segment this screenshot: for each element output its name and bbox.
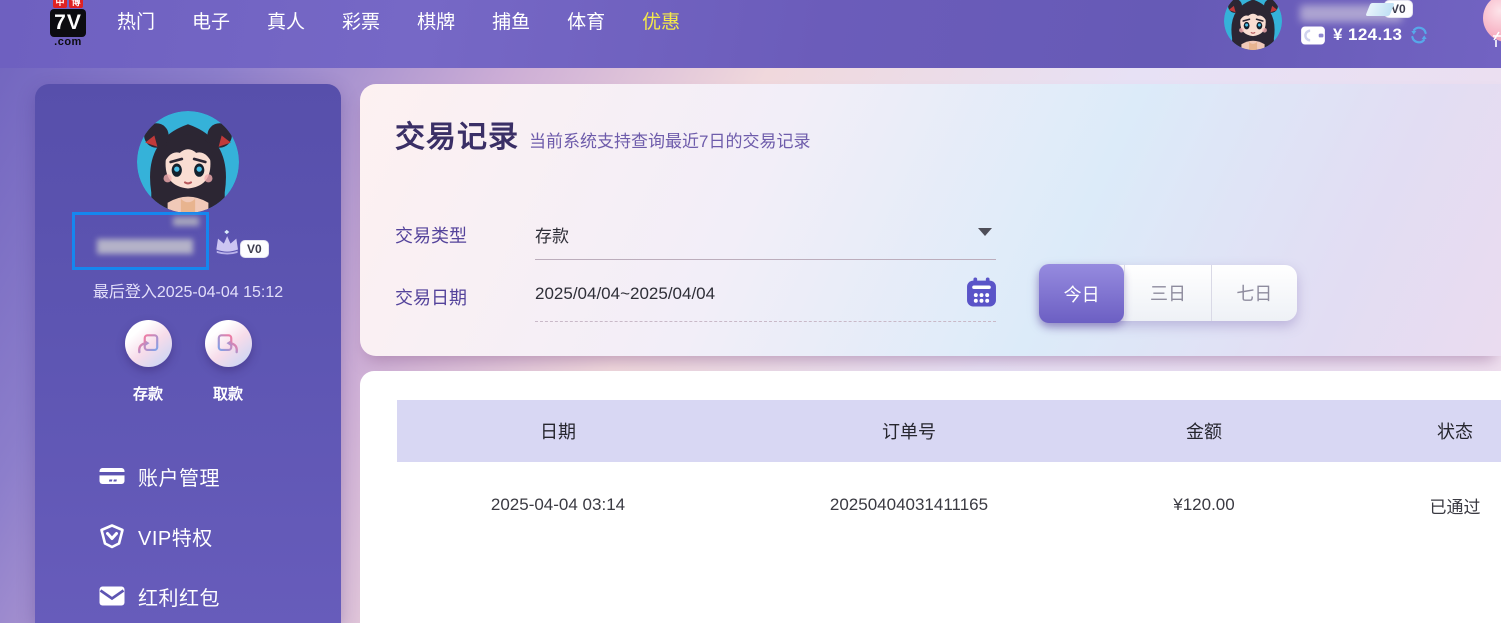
nav-item-promo[interactable]: 优惠 [642,7,680,34]
username-redaction-box [72,212,209,270]
records-panel: 日期 订单号 金额 状态 2025-04-04 03:14 2025040403… [360,371,1501,623]
col-date: 日期 [397,418,719,444]
sidebar-menu: 账户管理 VIP特权 红利红包 [35,446,341,623]
withdraw-button[interactable]: 取款 [205,320,252,404]
logo-badges: 中 博 [53,0,83,8]
nav-item-chess[interactable]: 棋牌 [417,7,455,34]
nav-item-sports[interactable]: 体育 [567,7,605,34]
col-status: 状态 [1309,418,1501,444]
vip-shield-icon [99,523,125,549]
sidebar: V0 最后登入2025-04-04 15:12 存款 取款 账户管理 [35,84,341,623]
withdraw-label: 取款 [213,383,243,404]
deposit-label: 存款 [133,383,163,404]
date-range-group: 今日 三日 七日 [1040,265,1297,321]
transaction-date-label: 交易日期 [395,284,467,310]
vip-level-badge[interactable]: V0 [1368,0,1413,18]
card-icon [99,465,125,487]
nav-item-lottery[interactable]: 彩票 [342,7,380,34]
records-table: 日期 订单号 金额 状态 2025-04-04 03:14 2025040403… [397,400,1501,548]
transaction-type-value[interactable]: 存款 [535,222,569,247]
page-title: 交易记录 [395,112,519,156]
red-envelope-icon [99,585,125,607]
cell-date: 2025-04-04 03:14 [397,495,719,515]
nav-item-slots[interactable]: 电子 [192,7,230,34]
page-subtitle: 当前系统支持查询最近7日的交易记录 [529,127,810,156]
filter-panel: 交易记录 当前系统支持查询最近7日的交易记录 交易类型 存款 交易日期 2025… [360,84,1501,356]
col-amount: 金额 [1099,418,1309,444]
range-today-button[interactable]: 今日 [1039,264,1124,323]
sidebar-item-bonus[interactable]: 红利红包 [35,566,341,623]
logo-badge-left: 中 [53,0,67,8]
main-menu: 热门 电子 真人 彩票 棋牌 捕鱼 体育 优惠 [117,0,680,40]
cell-order-no: 20250404031411165 [719,495,1099,515]
table-row[interactable]: 2025-04-04 03:14 20250404031411165 ¥120.… [397,462,1501,548]
sidebar-item-label: VIP特权 [138,522,213,551]
sidebar-item-label: 账户管理 [138,462,220,491]
user-avatar[interactable] [1224,0,1282,50]
sidebar-item-label: 红利红包 [138,582,220,611]
top-nav: 中 博 7V .com 热门 电子 真人 彩票 棋牌 捕鱼 体育 优惠 V0 [0,0,1501,68]
last-login-text: 最后登入2025-04-04 15:12 [35,278,341,302]
balance-amount: ¥ 124.13 [1333,25,1402,45]
redacted-text-large [97,239,193,254]
refresh-balance-icon[interactable] [1409,25,1429,45]
wallet-row: ¥ 124.13 [1300,25,1429,45]
withdraw-icon [205,320,252,367]
range-3day-button[interactable]: 三日 [1124,265,1210,321]
sidebar-avatar[interactable] [137,111,239,213]
sidebar-item-vip[interactable]: VIP特权 [35,506,341,566]
nav-item-live[interactable]: 真人 [267,7,305,34]
cell-status: 已通过 [1309,493,1501,518]
vip-crown-icon [213,226,243,258]
vip-wing-icon [1365,3,1394,16]
wallet-icon[interactable] [1300,26,1326,45]
sidebar-vip-level-label[interactable]: V0 [240,240,269,258]
deposit-icon [125,320,172,367]
transaction-type-label: 交易类型 [395,222,467,248]
date-underline [535,321,996,322]
cell-amount: ¥120.00 [1099,495,1309,515]
title-row: 交易记录 当前系统支持查询最近7日的交易记录 [395,112,810,156]
logo-main: 7V [50,9,86,37]
col-order-no: 订单号 [719,418,1099,444]
chevron-down-icon[interactable] [978,228,992,236]
sidebar-item-account[interactable]: 账户管理 [35,446,341,506]
nav-item-fishing[interactable]: 捕鱼 [492,7,530,34]
calendar-icon[interactable] [966,277,997,308]
logo-suffix: .com [54,36,82,48]
page: 中 博 7V .com 热门 电子 真人 彩票 棋牌 捕鱼 体育 优惠 V0 [0,0,1501,623]
table-header: 日期 订单号 金额 状态 [397,400,1501,462]
nav-item-hot[interactable]: 热门 [117,7,155,34]
clipped-float-text [1492,31,1501,48]
user-cluster: V0 ¥ 124.13 [1218,0,1458,68]
logo-badge-right: 博 [69,0,83,8]
quick-actions: 存款 取款 [35,320,341,404]
redacted-text-small [173,217,199,226]
transaction-date-value[interactable]: 2025/04/04~2025/04/04 [535,284,715,304]
range-7day-button[interactable]: 七日 [1211,265,1297,321]
type-underline [535,259,996,260]
deposit-button[interactable]: 存款 [125,320,172,404]
site-logo[interactable]: 中 博 7V .com [45,0,91,48]
